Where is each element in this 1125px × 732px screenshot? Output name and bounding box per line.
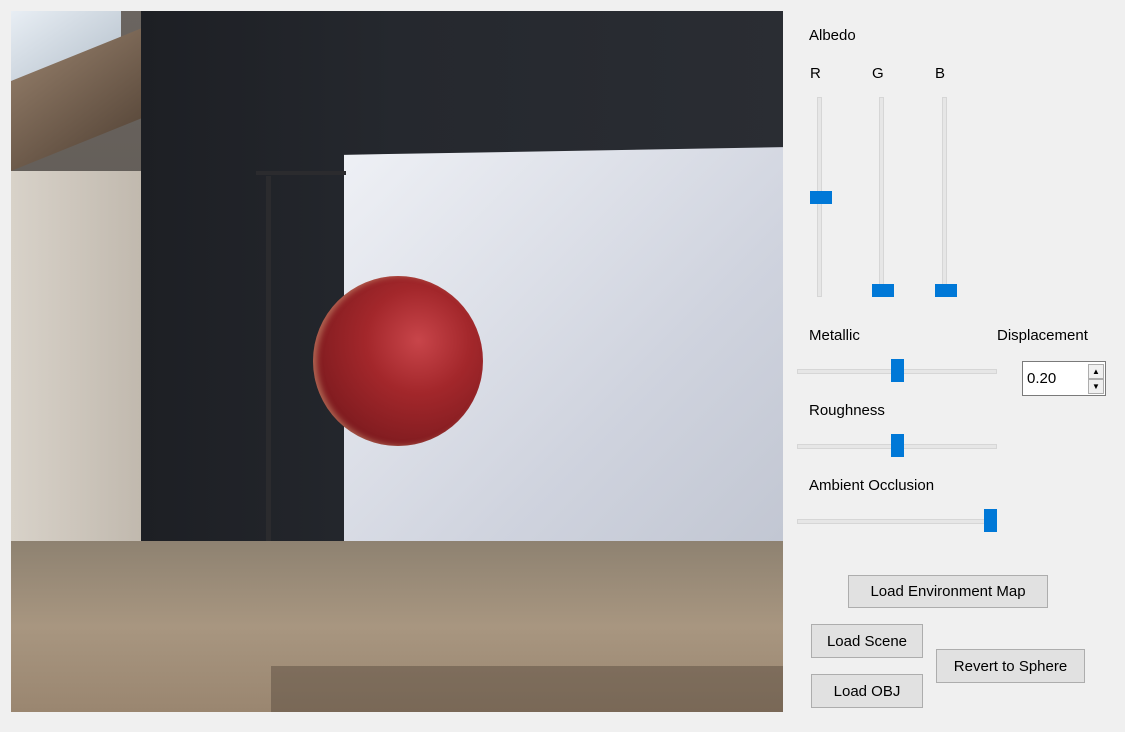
displacement-spinner[interactable]: ▲ ▼ — [1022, 361, 1106, 396]
load-obj-button[interactable]: Load OBJ — [811, 674, 923, 708]
roughness-slider[interactable] — [797, 434, 999, 458]
light-stand-arm — [256, 171, 346, 175]
slider-thumb[interactable] — [872, 284, 894, 297]
albedo-b-label: B — [935, 65, 946, 82]
render-viewport[interactable] — [11, 11, 783, 712]
albedo-r-slider[interactable] — [810, 97, 832, 297]
slider-thumb[interactable] — [984, 509, 997, 532]
albedo-g-label: G — [872, 65, 884, 82]
slider-thumb[interactable] — [935, 284, 957, 297]
slider-track — [879, 97, 884, 297]
left-wall — [11, 171, 151, 551]
albedo-g-slider[interactable] — [872, 97, 894, 297]
metallic-slider[interactable] — [797, 359, 999, 383]
slider-thumb[interactable] — [810, 191, 832, 204]
albedo-title: Albedo — [809, 27, 856, 44]
slider-track — [797, 519, 997, 524]
slider-thumb[interactable] — [891, 434, 904, 457]
ambient-occlusion-label: Ambient Occlusion — [809, 477, 935, 494]
ambient-occlusion-slider[interactable] — [797, 509, 999, 533]
revert-to-sphere-button[interactable]: Revert to Sphere — [936, 649, 1085, 683]
displacement-input[interactable] — [1027, 362, 1087, 395]
albedo-r-label: R — [810, 65, 821, 82]
load-environment-map-button[interactable]: Load Environment Map — [848, 575, 1048, 608]
roughness-label: Roughness — [809, 402, 885, 419]
floor-shadow — [271, 666, 783, 712]
slider-track — [942, 97, 947, 297]
metallic-label: Metallic — [809, 327, 860, 344]
preview-sphere[interactable] — [313, 276, 483, 446]
arrow-down-icon[interactable]: ▼ — [1088, 379, 1104, 394]
displacement-label: Displacement — [997, 327, 1088, 344]
albedo-b-slider[interactable] — [935, 97, 957, 297]
arrow-up-icon[interactable]: ▲ — [1088, 364, 1104, 379]
load-scene-button[interactable]: Load Scene — [811, 624, 923, 658]
slider-thumb[interactable] — [891, 359, 904, 382]
